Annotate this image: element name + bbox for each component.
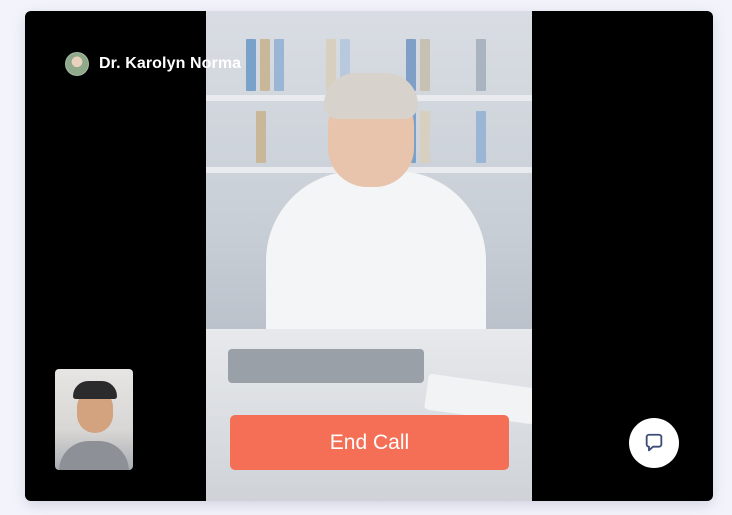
self-cap (73, 381, 117, 399)
self-shirt (59, 441, 129, 470)
caller-avatar (65, 52, 89, 76)
caller-name: Dr. Karolyn Norma (99, 55, 242, 72)
doctor-hair (324, 73, 418, 119)
self-video-preview[interactable] (55, 369, 133, 470)
chat-bubble-icon (645, 433, 663, 452)
chat-button[interactable] (629, 418, 679, 468)
video-call-window: Dr. Karolyn Norma End Call (25, 11, 713, 501)
end-call-button[interactable]: End Call (230, 415, 509, 470)
caller-info: Dr. Karolyn Norma (65, 52, 241, 76)
laptop (228, 349, 424, 383)
